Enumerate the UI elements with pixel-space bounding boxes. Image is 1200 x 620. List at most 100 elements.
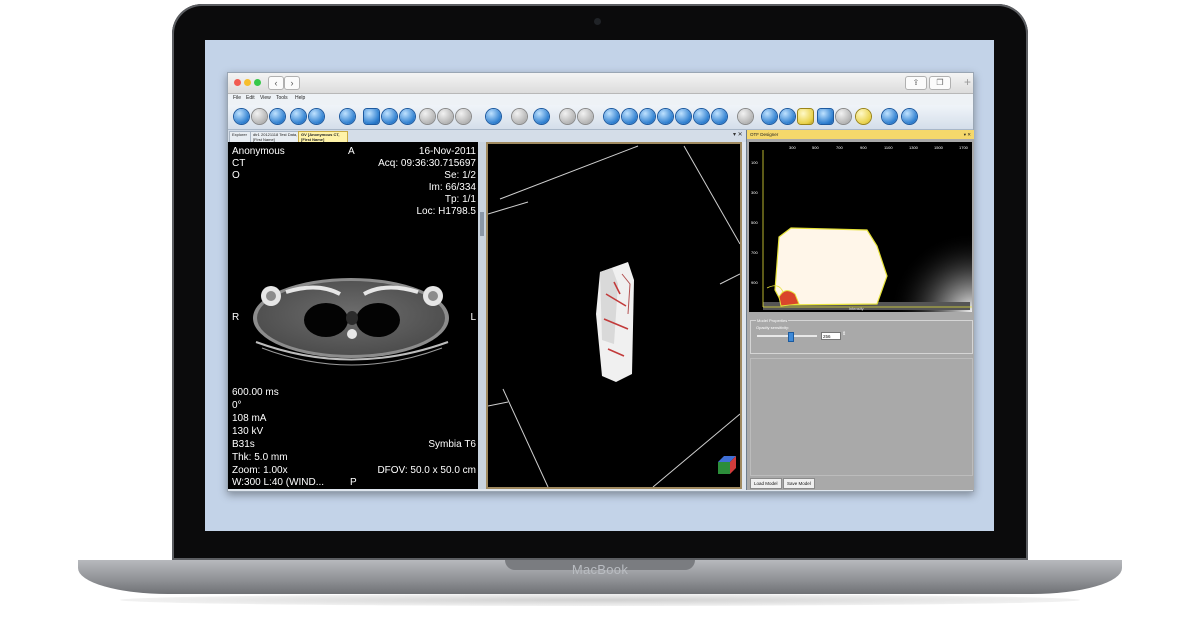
ct-slice-image bbox=[253, 278, 449, 366]
maximize-icon[interactable] bbox=[254, 79, 261, 86]
lightbulb-icon[interactable] bbox=[856, 109, 871, 124]
ct-viewport[interactable]: Anonymous CT O A 16-Nov-2011 Acq: 09:36:… bbox=[228, 142, 480, 489]
volume-render-viewport[interactable] bbox=[486, 142, 742, 489]
person-icon[interactable] bbox=[604, 109, 619, 124]
tube-current: 108 mA bbox=[232, 413, 267, 424]
document-icon[interactable] bbox=[270, 109, 285, 124]
heart-icon[interactable] bbox=[640, 109, 655, 124]
x-tick: 900 bbox=[860, 145, 867, 150]
menu-view[interactable]: View bbox=[260, 95, 271, 101]
menu-bar: File Edit View Tools Help bbox=[228, 94, 973, 105]
opacity-value-input[interactable]: 256 bbox=[821, 332, 841, 340]
redo-icon[interactable] bbox=[252, 109, 267, 124]
app-window: ‹ › ⇪ ❐ + File Edit View Tools Help Expl… bbox=[227, 72, 974, 492]
back-icon[interactable]: ‹ bbox=[268, 76, 284, 90]
rotate-icon[interactable] bbox=[658, 109, 673, 124]
split-view-icon[interactable] bbox=[309, 109, 324, 124]
kernel: B31s bbox=[232, 439, 255, 450]
previous-icon[interactable] bbox=[762, 109, 777, 124]
viewport-splitter[interactable] bbox=[478, 142, 486, 489]
pen-icon[interactable] bbox=[382, 109, 397, 124]
toolbar bbox=[228, 105, 973, 130]
zoom-icon[interactable] bbox=[534, 109, 549, 124]
x-tick: 700 bbox=[836, 145, 843, 150]
hand-icon[interactable] bbox=[578, 109, 593, 124]
y-tick: 500 bbox=[751, 220, 758, 225]
forward-icon[interactable]: › bbox=[284, 76, 300, 90]
opacity-label: Opacity sensitivity: bbox=[756, 325, 790, 330]
model-properties-title: Model Properties bbox=[756, 318, 789, 323]
y-tick: 300 bbox=[751, 190, 758, 195]
scanner-model: Symbia T6 bbox=[428, 439, 476, 450]
tool-b-icon[interactable] bbox=[902, 109, 917, 124]
window-level-icon[interactable] bbox=[486, 109, 501, 124]
tube-voltage: 130 kV bbox=[232, 426, 264, 437]
menu-tools[interactable]: Tools bbox=[276, 95, 288, 101]
otf-designer-title: OTF Designer bbox=[750, 132, 779, 137]
next-icon[interactable] bbox=[780, 109, 795, 124]
x-tick: 300 bbox=[789, 145, 796, 150]
gantry-tilt: 0° bbox=[232, 400, 242, 411]
target-icon[interactable] bbox=[420, 109, 435, 124]
display-fov: DFOV: 50.0 x 50.0 cm bbox=[377, 465, 476, 476]
menu-file[interactable]: File bbox=[233, 95, 241, 101]
pause-icon[interactable] bbox=[622, 109, 637, 124]
laptop-screen: ‹ › ⇪ ❐ + File Edit View Tools Help Expl… bbox=[205, 40, 994, 531]
reset-icon[interactable] bbox=[694, 109, 709, 124]
report-icon[interactable] bbox=[712, 109, 727, 124]
new-tab-icon[interactable]: + bbox=[964, 75, 971, 89]
model-list-area bbox=[750, 358, 973, 476]
title-bar: ‹ › ⇪ ❐ + bbox=[228, 73, 973, 94]
spin-arrows-icon[interactable]: ⇕ bbox=[842, 331, 846, 337]
y-tick: 100 bbox=[751, 160, 758, 165]
series-icon[interactable] bbox=[340, 109, 355, 124]
menu-help[interactable]: Help bbox=[295, 95, 305, 101]
body-icon[interactable] bbox=[676, 109, 691, 124]
slice-thickness: Thk: 5.0 mm bbox=[232, 452, 288, 463]
camera-icon bbox=[594, 18, 601, 25]
layout-icon[interactable] bbox=[291, 109, 306, 124]
save-model-button[interactable]: Save Model bbox=[783, 478, 815, 489]
x-tick: 500 bbox=[812, 145, 819, 150]
opacity-slider-thumb[interactable] bbox=[788, 332, 794, 342]
posterior-marker: P bbox=[350, 477, 357, 488]
pan-icon[interactable] bbox=[560, 109, 575, 124]
exposure-time: 600.00 ms bbox=[232, 387, 279, 398]
link-icon[interactable] bbox=[818, 109, 833, 124]
minimize-icon[interactable] bbox=[244, 79, 251, 86]
opacity-slider-track[interactable] bbox=[757, 335, 817, 337]
load-model-button[interactable]: Load Model bbox=[750, 478, 782, 489]
export-icon[interactable] bbox=[456, 109, 471, 124]
panel-close-icon[interactable]: ▾ ✕ bbox=[964, 130, 971, 139]
share-icon[interactable]: ⇪ bbox=[905, 76, 927, 90]
close-icon[interactable] bbox=[234, 79, 241, 86]
otf-designer-header: OTF Designer ▾ ✕ bbox=[747, 130, 974, 139]
y-tick: 900 bbox=[751, 280, 758, 285]
model-properties-group: Model Properties Opacity sensitivity: 25… bbox=[750, 318, 973, 354]
orientation-cube-icon bbox=[718, 456, 736, 474]
x-tick: 1500 bbox=[934, 145, 943, 150]
menu-edit[interactable]: Edit bbox=[246, 95, 255, 101]
otf-histogram[interactable]: 300 500 700 900 1100 1300 1500 1700 100 … bbox=[749, 142, 972, 312]
save-icon[interactable] bbox=[400, 109, 415, 124]
x-tick: 1300 bbox=[909, 145, 918, 150]
grid-icon[interactable] bbox=[364, 109, 379, 124]
window-level: W:300 L:40 (WIND... bbox=[232, 477, 325, 488]
zoom-level: Zoom: 1.00x bbox=[232, 465, 288, 476]
tool-a-icon[interactable] bbox=[882, 109, 897, 124]
volume-render-scene bbox=[488, 145, 740, 487]
pane-controls-icon[interactable]: ▾ ✕ bbox=[733, 131, 743, 138]
x-axis-label: intensity bbox=[849, 306, 864, 311]
cine-icon[interactable] bbox=[798, 109, 813, 124]
splitter-handle[interactable] bbox=[480, 212, 484, 236]
search-icon[interactable] bbox=[512, 109, 527, 124]
x-tick: 1100 bbox=[884, 145, 893, 150]
settings-icon[interactable] bbox=[438, 109, 453, 124]
record-icon[interactable] bbox=[738, 109, 753, 124]
glasses-icon[interactable] bbox=[836, 109, 851, 124]
laptop-brand: MacBook bbox=[571, 562, 629, 577]
tabs-icon[interactable]: ❐ bbox=[929, 76, 951, 90]
y-tick: 700 bbox=[751, 250, 758, 255]
undo-icon[interactable] bbox=[234, 109, 249, 124]
x-tick: 1700 bbox=[959, 145, 968, 150]
